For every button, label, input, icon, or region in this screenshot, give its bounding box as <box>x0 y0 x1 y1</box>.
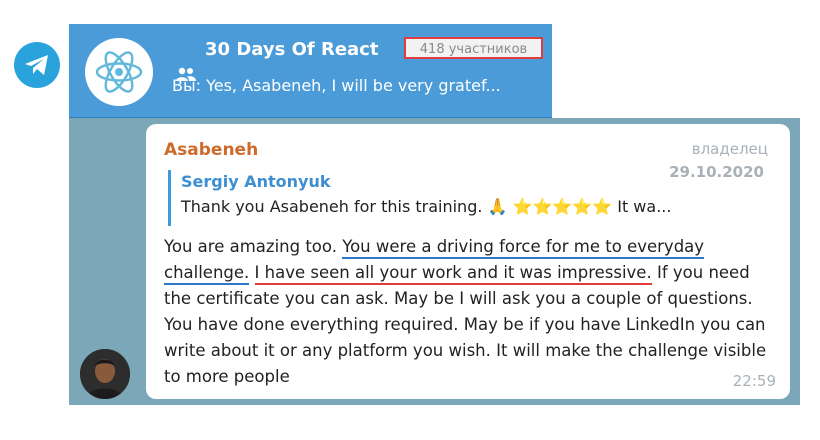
group-avatar[interactable] <box>85 38 153 106</box>
last-message-preview: Вы: Yes, Asabeneh, I will be very gratef… <box>172 76 501 95</box>
chat-message-area: Asabeneh владелец 29.10.2020 Sergiy Anto… <box>69 118 800 405</box>
message-text: You are amazing too. You were a driving … <box>164 234 776 390</box>
highlighted-text-red: I have seen all your work and it was imp… <box>254 263 652 285</box>
reply-author: Sergiy Antonyuk <box>181 172 331 191</box>
telegram-paper-plane-icon <box>25 55 48 75</box>
react-atom-icon <box>95 51 143 93</box>
sender-avatar[interactable] <box>80 349 130 399</box>
sender-name[interactable]: Asabeneh <box>164 140 258 160</box>
message-bubble[interactable]: Asabeneh владелец 29.10.2020 Sergiy Anto… <box>146 124 790 399</box>
reply-quote[interactable]: Sergiy Antonyuk Thank you Asabeneh for t… <box>168 170 768 226</box>
reply-text: Thank you Asabeneh for this training. 🙏 … <box>181 197 672 216</box>
role-label: владелец <box>691 140 768 158</box>
message-text-part: You are amazing too. <box>164 237 343 256</box>
telegram-logo <box>14 42 60 88</box>
message-time: 22:59 <box>732 372 776 390</box>
chat-header[interactable]: 30 Days Of React 418 участников Вы: Yes,… <box>69 24 552 117</box>
person-photo-icon <box>80 349 130 399</box>
message-text-part <box>249 263 254 282</box>
member-count-badge: 418 участников <box>404 37 543 59</box>
chat-title[interactable]: 30 Days Of React <box>205 39 378 60</box>
